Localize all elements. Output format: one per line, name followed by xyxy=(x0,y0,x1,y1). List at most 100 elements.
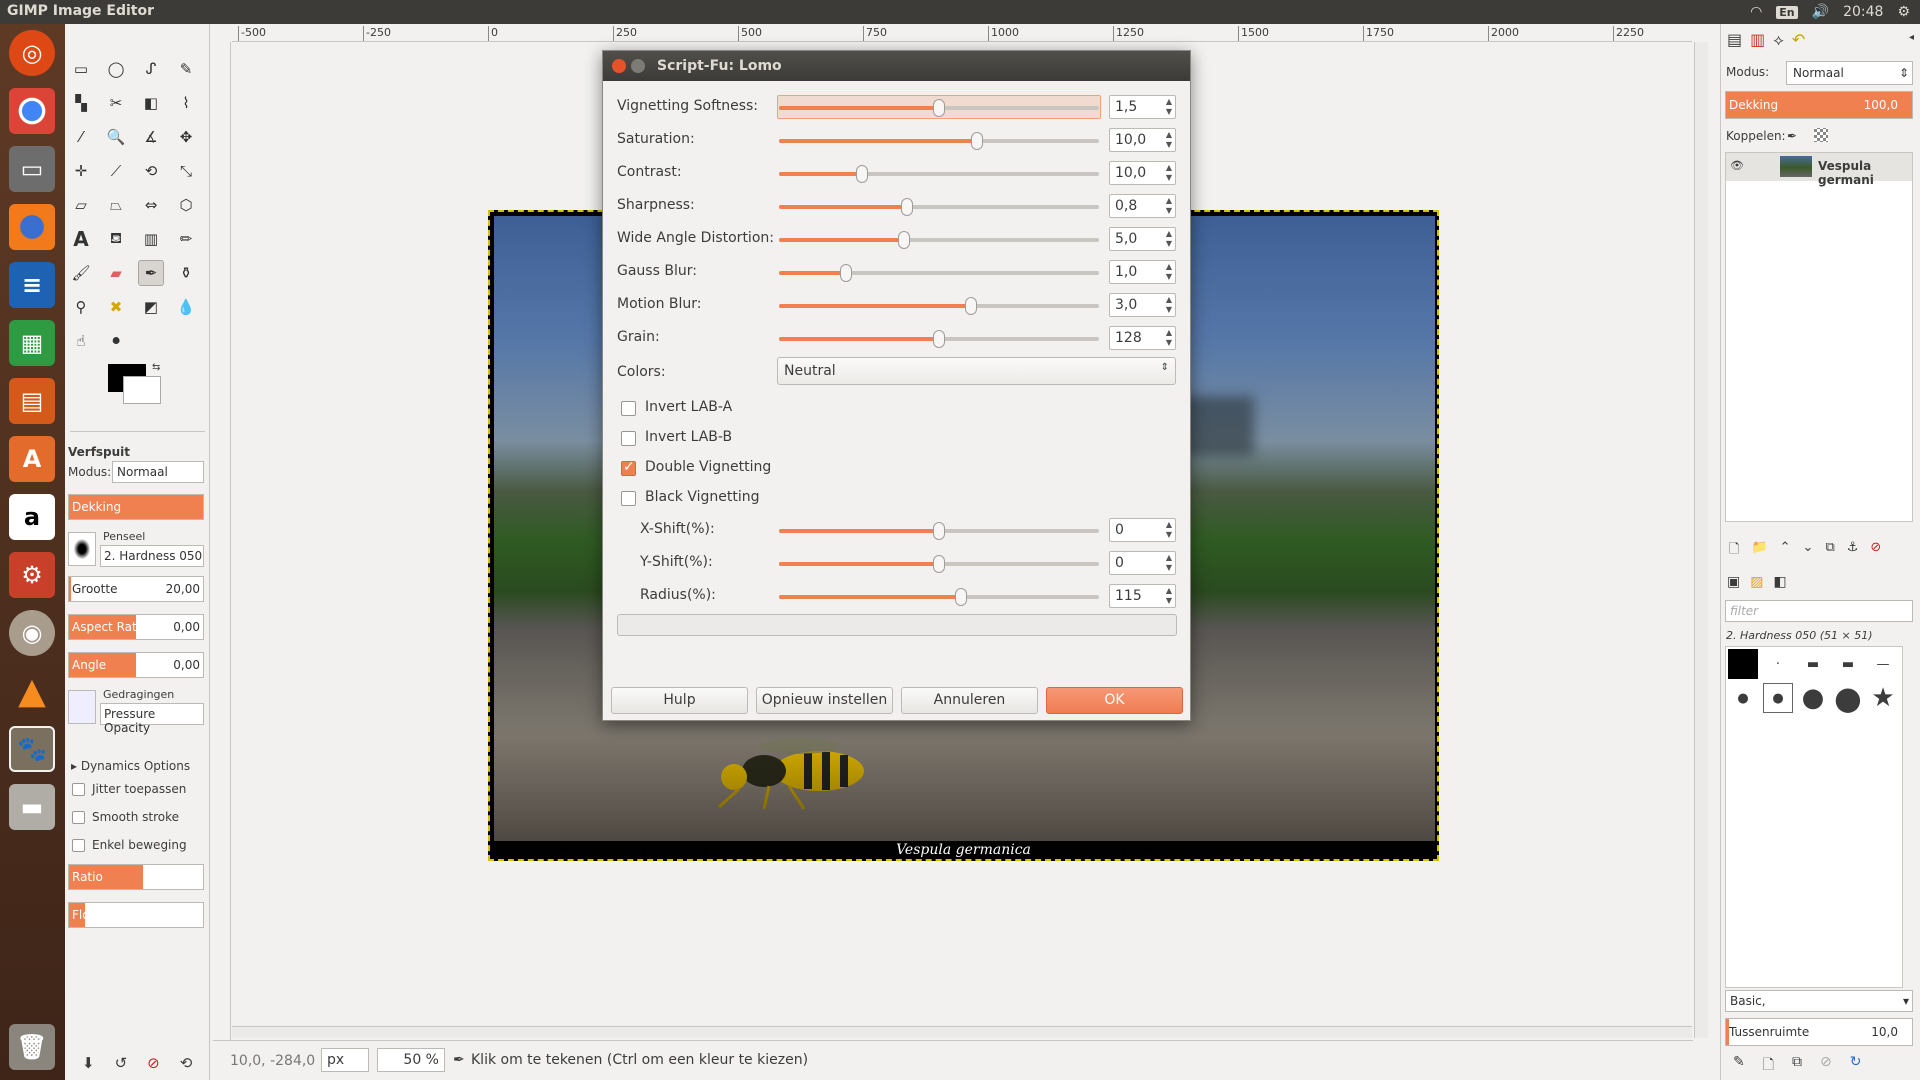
perspective-clone-icon[interactable]: ◩ xyxy=(138,294,164,320)
raise-layer-icon[interactable]: ⌃ xyxy=(1780,540,1791,562)
slider-handle[interactable] xyxy=(933,522,945,540)
gradients-tab-icon[interactable]: ◧ xyxy=(1773,574,1786,590)
size-slider[interactable]: Grootte 20,00 xyxy=(68,576,204,602)
spin-arrows-icon[interactable]: ▲ ▼ xyxy=(1166,586,1172,606)
lock-alpha-icon[interactable] xyxy=(1814,128,1828,142)
blur-icon[interactable]: 💧 xyxy=(173,294,199,320)
bucket-fill-icon[interactable]: ⛾ xyxy=(103,226,129,252)
brush-preview[interactable] xyxy=(68,532,96,566)
dynamics-options-expander[interactable]: ▸ Dynamics Options xyxy=(71,759,190,773)
brush-grid[interactable]: · ▬ ▬ — ● ● ● ● ★ xyxy=(1725,646,1903,988)
aspect-ratio-slider[interactable]: Aspect Ratio 0,00 xyxy=(68,614,204,640)
dock-menu-icon[interactable]: ◂ xyxy=(1909,32,1914,43)
opacity-slider[interactable]: Dekking xyxy=(68,494,204,520)
slider-handle[interactable] xyxy=(933,330,945,348)
spin-arrows-icon[interactable]: ▲ ▼ xyxy=(1166,295,1172,315)
help-button[interactable]: Hulp xyxy=(611,687,748,714)
checkbox[interactable] xyxy=(621,431,636,446)
dialog-titlebar[interactable]: Script-Fu: Lomo xyxy=(603,51,1190,81)
paintbrush-icon[interactable]: 🖌 xyxy=(68,260,94,286)
slider-track[interactable] xyxy=(779,165,1099,183)
brush-name-field[interactable]: 2. Hardness 050 xyxy=(100,545,204,567)
value-spinbox[interactable]: 1,0 ▲ ▼ xyxy=(1109,260,1176,284)
value-spinbox[interactable]: 115 ▲ ▼ xyxy=(1109,584,1176,608)
paths-icon[interactable]: ⌇ xyxy=(173,90,199,116)
slider-handle[interactable] xyxy=(897,231,910,249)
slider-handle[interactable] xyxy=(933,555,945,573)
cancel-button[interactable]: Annuleren xyxy=(901,687,1038,714)
spin-arrows-icon[interactable]: ▲ ▼ xyxy=(1166,328,1172,348)
checkbox[interactable] xyxy=(621,491,636,506)
spacing-slider[interactable]: Tussenruimte 10,0 xyxy=(1725,1018,1913,1046)
trash-icon[interactable]: 🗑 xyxy=(9,1024,55,1070)
checkbox-label[interactable]: Invert LAB-A xyxy=(645,399,732,415)
slider-handle[interactable] xyxy=(955,588,968,606)
brush-preset-select[interactable]: Basic, ▾ xyxy=(1725,990,1913,1012)
slider-handle[interactable] xyxy=(965,297,977,315)
ink-icon[interactable]: ⚱ xyxy=(173,260,199,286)
text-tool-icon[interactable]: A xyxy=(68,226,94,252)
refresh-brushes-icon[interactable]: ↻ xyxy=(1850,1054,1862,1078)
value-spinbox[interactable]: 0 ▲ ▼ xyxy=(1109,518,1176,542)
spin-arrows-icon[interactable]: ▲ ▼ xyxy=(1166,262,1172,282)
undo-history-tab-icon[interactable]: ↶ xyxy=(1792,30,1805,50)
backup-icon[interactable]: ◉ xyxy=(9,610,55,656)
layer-opacity-slider[interactable]: Dekking 100,0 xyxy=(1725,91,1913,119)
heal-icon[interactable]: ✖ xyxy=(103,294,129,320)
ellipse-select-icon[interactable]: ◯ xyxy=(103,56,129,82)
brush-filter-input[interactable]: filter xyxy=(1725,600,1913,622)
new-layer-icon[interactable]: 🗋 xyxy=(1729,540,1739,562)
color-picker-icon[interactable]: ⁄ xyxy=(68,124,94,150)
colors-combobox[interactable]: Neutral ⇕ xyxy=(777,357,1176,385)
reset-button[interactable]: Opnieuw instellen xyxy=(756,687,893,714)
value-spinbox[interactable]: 0,8 ▲ ▼ xyxy=(1109,194,1176,218)
zoom-select[interactable]: 50 % xyxy=(377,1048,445,1072)
brush-item[interactable]: ● xyxy=(1833,679,1863,717)
amazon-icon[interactable]: a xyxy=(9,494,55,540)
slider-track[interactable] xyxy=(779,330,1099,348)
color-select-icon[interactable]: ▚ xyxy=(68,90,94,116)
vertical-scrollbar[interactable] xyxy=(1694,42,1708,1038)
save-preset-icon[interactable]: ⬇ xyxy=(82,1054,95,1072)
perspective-icon[interactable]: ⏢ xyxy=(103,192,129,218)
airbrush-icon[interactable]: ✒ xyxy=(138,260,164,286)
move-icon[interactable]: ✥ xyxy=(173,124,199,150)
slider-track[interactable] xyxy=(779,588,1099,606)
brush-item[interactable]: ▬ xyxy=(1798,649,1828,679)
brush-item[interactable]: ● xyxy=(1728,683,1758,713)
wifi-icon[interactable]: ◠ xyxy=(1750,4,1762,20)
layer-row[interactable]: 👁 Vespula germani xyxy=(1726,153,1912,187)
clone-icon[interactable]: ⚲ xyxy=(68,294,94,320)
spin-arrows-icon[interactable]: ▲ ▼ xyxy=(1166,520,1172,540)
measure-icon[interactable]: ∡ xyxy=(138,124,164,150)
smooth-stroke-checkbox[interactable] xyxy=(72,811,85,824)
brushes-tab-icon[interactable]: ▣ xyxy=(1727,574,1740,590)
cage-icon[interactable]: ⬡ xyxy=(173,192,199,218)
brush-item[interactable]: ● xyxy=(1798,683,1828,713)
background-color[interactable] xyxy=(123,376,161,404)
spin-arrows-icon[interactable]: ▲ ▼ xyxy=(1166,130,1172,150)
pencil-icon[interactable]: ✏ xyxy=(173,226,199,252)
brush-item[interactable]: · xyxy=(1763,649,1793,679)
single-motion-checkbox[interactable] xyxy=(72,839,85,852)
foreground-select-icon[interactable]: ◧ xyxy=(138,90,164,116)
slider-track[interactable] xyxy=(779,522,1099,540)
delete-layer-icon[interactable]: ⊘ xyxy=(1870,540,1881,562)
mode-select[interactable]: Normaal xyxy=(112,461,204,483)
brush-item[interactable]: — xyxy=(1868,649,1898,679)
horizontal-scrollbar[interactable] xyxy=(232,1026,1692,1038)
dodge-burn-icon[interactable]: ⚫ xyxy=(103,328,129,354)
delete-brush-icon[interactable]: ⊘ xyxy=(1820,1054,1832,1078)
slider-track[interactable] xyxy=(779,132,1099,150)
spin-arrows-icon[interactable]: ▲ ▼ xyxy=(1166,553,1172,573)
duplicate-layer-icon[interactable]: ⧉ xyxy=(1825,540,1834,562)
ubuntu-logo-icon[interactable]: ◎ xyxy=(9,30,55,76)
value-spinbox[interactable]: 5,0 ▲ ▼ xyxy=(1109,227,1176,251)
slider-track[interactable] xyxy=(779,99,1099,117)
shear-icon[interactable]: ▱ xyxy=(68,192,94,218)
value-spinbox[interactable]: 3,0 ▲ ▼ xyxy=(1109,293,1176,317)
vlc-icon[interactable]: ▲ xyxy=(9,668,55,714)
rect-select-icon[interactable]: ▭ xyxy=(68,56,94,82)
value-spinbox[interactable]: 10,0 ▲ ▼ xyxy=(1109,128,1176,152)
eraser-icon[interactable]: ▰ xyxy=(103,260,129,286)
